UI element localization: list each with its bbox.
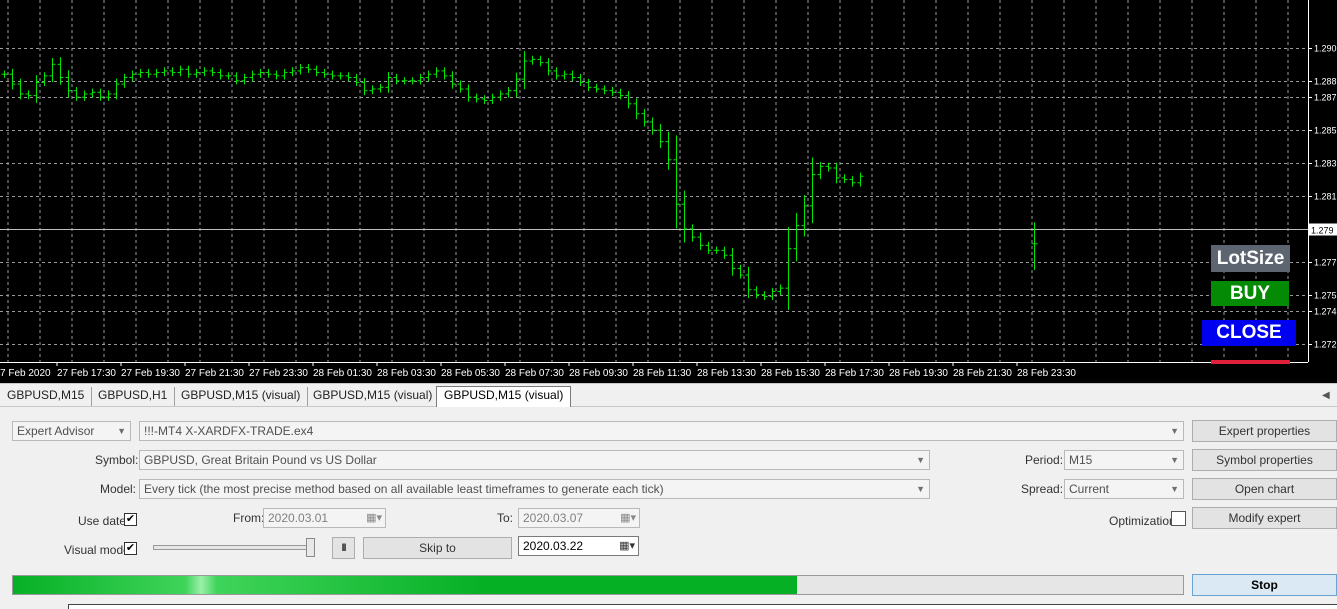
- chart-area[interactable]: 1.290 1.288 1.287 1.285 1.283 1.281 1.279 1.277…: [0, 0, 1337, 383]
- price-tick-label: 1.285: [1314, 126, 1337, 136]
- modify-expert-button[interactable]: Modify expert: [1192, 507, 1337, 529]
- chart-tabs: GBPUSD,M15 GBPUSD,H1 GBPUSD,M15 (visual)…: [0, 383, 1337, 407]
- visual-mode-checkbox[interactable]: ✔: [124, 542, 137, 555]
- sell-button-partial[interactable]: [1211, 360, 1290, 364]
- buy-button[interactable]: BUY: [1211, 281, 1289, 306]
- period-value: M15: [1069, 453, 1093, 467]
- calendar-icon: ▦▾: [619, 540, 635, 552]
- time-tick-label: 28 Feb 15:30: [761, 368, 820, 379]
- calendar-icon: ▦▾: [366, 512, 382, 524]
- period-label: Period:: [1025, 453, 1064, 467]
- visual-mode-label: Visual mode: [64, 543, 130, 557]
- time-tick-label: 28 Feb 03:30: [377, 368, 436, 379]
- skip-to-date-value: 2020.03.22: [523, 539, 584, 553]
- to-date-value: 2020.03.07: [523, 511, 584, 525]
- model-value: Every tick (the most precise method base…: [144, 482, 664, 496]
- time-tick-label: 28 Feb 19:30: [889, 368, 948, 379]
- test-progress-bar: [12, 575, 1184, 595]
- period-select[interactable]: M15 ▼: [1064, 450, 1184, 470]
- tester-type-select[interactable]: Expert Advisor ▼: [12, 421, 131, 441]
- pause-button[interactable]: II: [332, 537, 355, 559]
- symbol-properties-button[interactable]: Symbol properties: [1192, 449, 1337, 471]
- price-tick-label: 1.275: [1314, 291, 1337, 301]
- time-tick-label: 28 Feb 17:30: [825, 368, 884, 379]
- tab-gbpusd-m15-visual-active[interactable]: GBPUSD,M15 (visual): [436, 386, 572, 407]
- chevron-down-icon: ▼: [1170, 484, 1179, 494]
- symbol-select[interactable]: GBPUSD, Great Britain Pound vs US Dollar…: [139, 450, 930, 470]
- visual-speed-slider-thumb[interactable]: [306, 538, 315, 557]
- expert-properties-button[interactable]: Expert properties: [1192, 420, 1337, 442]
- price-tick-label: 1.288: [1314, 77, 1337, 87]
- skip-to-date-input[interactable]: 2020.03.22 ▦▾: [518, 536, 639, 556]
- spread-value: Current: [1069, 482, 1110, 496]
- expert-file-value: !!!-MT4 X-XARDFX-TRADE.ex4: [144, 424, 314, 438]
- price-tick-label: 1.281: [1314, 192, 1337, 202]
- time-tick-label: 28 Feb 05:30: [441, 368, 500, 379]
- tab-gbpusd-m15[interactable]: GBPUSD,M15: [0, 387, 93, 406]
- skip-to-button[interactable]: Skip to: [363, 537, 512, 559]
- time-tick-label: 28 Feb 13:30: [697, 368, 756, 379]
- to-label: To:: [497, 511, 514, 525]
- chevron-down-icon: ▼: [916, 484, 925, 494]
- tester-type-value: Expert Advisor: [17, 424, 95, 438]
- from-label: From:: [233, 511, 265, 525]
- stop-button[interactable]: Stop: [1192, 574, 1337, 596]
- time-tick-label: 28 Feb 09:30: [569, 368, 628, 379]
- from-date-value: 2020.03.01: [268, 511, 329, 525]
- time-tick-label: 28 Feb 11:30: [633, 368, 692, 379]
- spread-label: Spread:: [1021, 482, 1064, 496]
- price-tick-label: 1.272: [1314, 340, 1337, 350]
- calendar-icon: ▦▾: [620, 512, 636, 524]
- price-tick-label: 1.274: [1314, 307, 1337, 317]
- price-chart[interactable]: 1.290 1.288 1.287 1.285 1.283 1.281 1.279 1.277…: [0, 0, 1337, 383]
- chevron-down-icon: ▼: [1170, 426, 1179, 436]
- use-date-label: Use date: [78, 514, 127, 528]
- time-tick-label: 27 Feb 17:30: [57, 368, 116, 379]
- price-tick-label: 1.290: [1314, 44, 1337, 54]
- expert-select[interactable]: !!!-MT4 X-XARDFX-TRADE.ex4 ▼: [139, 421, 1184, 441]
- price-tick-label: 1.287: [1314, 93, 1337, 103]
- chevron-down-icon: ▼: [117, 426, 126, 436]
- tab-scroll-left-icon[interactable]: ◀: [1322, 390, 1330, 401]
- to-date-input[interactable]: 2020.03.07 ▦▾: [518, 508, 640, 528]
- optimization-checkbox[interactable]: [1171, 511, 1186, 526]
- visual-speed-slider[interactable]: [153, 545, 315, 550]
- time-tick-label: 7 Feb 2020: [0, 368, 51, 379]
- tab-gbpusd-h1[interactable]: GBPUSD,H1: [91, 387, 176, 406]
- symbol-label: Symbol:: [95, 453, 139, 467]
- test-progress-fill: [13, 576, 797, 594]
- spread-select[interactable]: Current ▼: [1064, 479, 1184, 499]
- model-label: Model:: [100, 482, 137, 496]
- price-tick-label: 1.277: [1314, 258, 1337, 268]
- tab-gbpusd-m15-visual-1[interactable]: GBPUSD,M15 (visual): [174, 387, 309, 406]
- time-tick-label: 27 Feb 23:30: [249, 368, 308, 379]
- time-tick-label: 28 Feb 01:30: [313, 368, 372, 379]
- time-tick-label: 27 Feb 21:30: [185, 368, 244, 379]
- open-chart-button[interactable]: Open chart: [1192, 478, 1337, 500]
- optimization-label: Optimization: [1109, 514, 1176, 528]
- results-panel-edge: [68, 604, 1337, 609]
- chevron-down-icon: ▼: [916, 455, 925, 465]
- model-select[interactable]: Every tick (the most precise method base…: [139, 479, 930, 499]
- strategy-tester-panel: Expert Advisor ▼ !!!-MT4 X-XARDFX-TRADE.e…: [0, 407, 1337, 609]
- price-tick-label: 1.283: [1314, 159, 1337, 169]
- time-tick-label: 28 Feb 21:30: [953, 368, 1012, 379]
- close-button[interactable]: CLOSE: [1202, 320, 1296, 346]
- chevron-down-icon: ▼: [1170, 455, 1179, 465]
- use-date-checkbox[interactable]: ✔: [124, 513, 137, 526]
- lotsize-button[interactable]: LotSize: [1211, 245, 1290, 272]
- current-price-label: 1.279: [1311, 226, 1334, 236]
- tab-gbpusd-m15-visual-2[interactable]: GBPUSD,M15 (visual): [306, 387, 439, 406]
- symbol-value: GBPUSD, Great Britain Pound vs US Dollar: [144, 453, 377, 467]
- time-tick-label: 28 Feb 07:30: [505, 368, 564, 379]
- from-date-input[interactable]: 2020.03.01 ▦▾: [263, 508, 386, 528]
- time-tick-label: 28 Feb 23:30: [1017, 368, 1076, 379]
- time-tick-label: 27 Feb 19:30: [121, 368, 180, 379]
